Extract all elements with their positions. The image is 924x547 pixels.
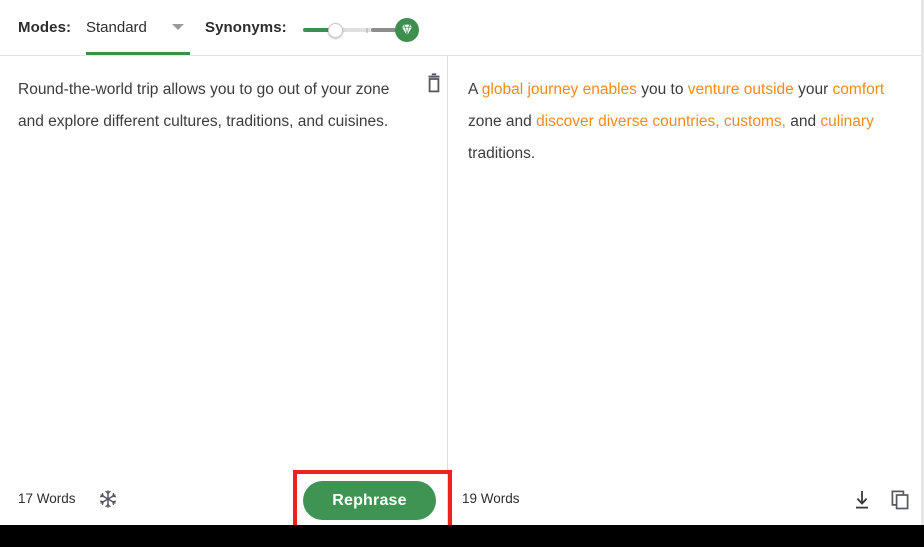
output-text-segment: A [468,81,482,98]
synonym-highlight[interactable]: global journey enables [482,81,637,98]
chevron-down-icon[interactable] [172,24,184,30]
input-word-count: 17 Words [18,491,76,506]
synonyms-slider[interactable] [303,16,419,44]
output-text-segment: you to [636,81,688,98]
output-word-count: 19 Words [462,491,520,506]
active-tab-underline [86,52,190,55]
toolbar: Modes: Standard Synonyms: [0,0,924,56]
synonym-highlight[interactable]: culinary [820,113,873,130]
slider-premium-segment [371,28,397,32]
output-text-segment: traditions. [468,145,536,162]
output-footer: 19 Words [448,470,921,525]
synonyms-label: Synonyms: [205,19,287,36]
modes-label: Modes: [18,19,72,36]
bottom-bar [0,525,924,547]
snowflake-icon[interactable] [98,489,118,509]
output-text[interactable]: A global journey enables you to venture … [468,74,898,170]
slider-thumb[interactable] [328,23,343,38]
rephrase-button[interactable]: Rephrase [303,481,436,520]
input-text[interactable]: Round-the-world trip allows you to go ou… [18,74,408,138]
output-panel: A global journey enables you to venture … [448,56,921,525]
paraphrasing-tool-app: Modes: Standard Synonyms: Round-the-worl… [0,0,924,547]
download-icon[interactable] [851,488,873,512]
output-text-segment: your [793,81,833,98]
diamond-gem-icon[interactable] [395,18,419,42]
synonym-highlight[interactable]: comfort [833,81,885,98]
output-text-segment: zone and [468,113,537,130]
synonym-highlight[interactable]: discover diverse countries, customs, [536,113,786,130]
output-text-segment: and [785,113,821,130]
input-panel: Round-the-world trip allows you to go ou… [0,56,447,525]
synonym-highlight[interactable]: venture outside [688,81,794,98]
slider-tick-mark [366,27,368,33]
trash-icon[interactable] [423,72,445,96]
mode-selected-label: Standard [86,19,147,36]
copy-icon[interactable] [889,488,911,512]
